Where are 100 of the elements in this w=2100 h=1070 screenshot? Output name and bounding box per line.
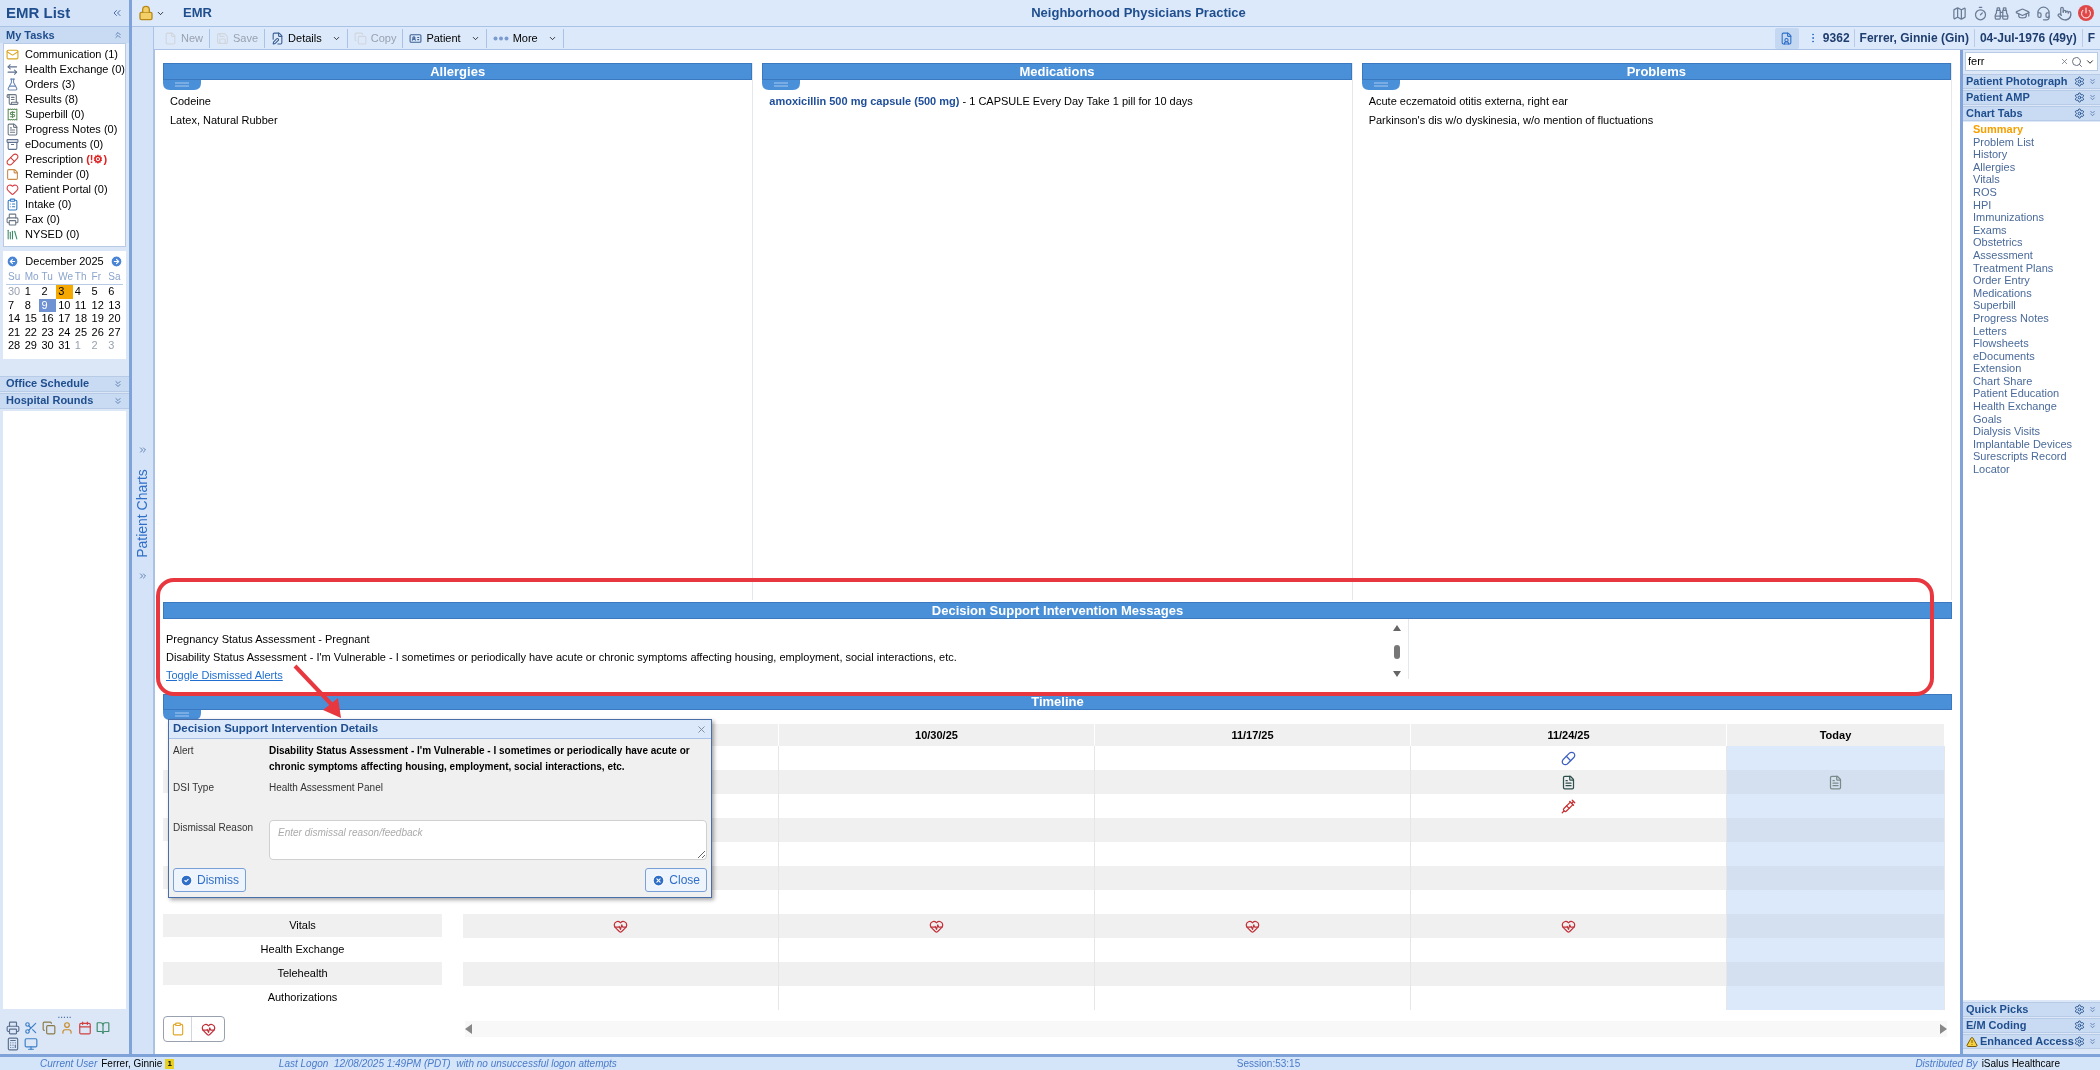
chart-tab-link[interactable]: Superbill	[1973, 299, 2100, 312]
calendar-day[interactable]: 2	[39, 285, 57, 299]
section-header[interactable]: Patient Photograph	[1963, 74, 2100, 89]
calendar-day[interactable]: 8	[22, 298, 40, 312]
printer-icon[interactable]	[6, 1021, 20, 1035]
settings-icon[interactable]	[2074, 108, 2085, 119]
side-tab[interactable]: Patient Charts	[132, 468, 153, 558]
calendar-day[interactable]: 1	[22, 285, 40, 299]
expand-icon[interactable]	[2088, 109, 2097, 118]
expand-icon[interactable]	[137, 445, 148, 455]
calendar-day[interactable]: 15	[22, 312, 40, 326]
lock-menu-button[interactable]	[138, 5, 165, 21]
previous-month-icon[interactable]	[6, 255, 19, 268]
calendar-day[interactable]: 27	[106, 325, 123, 339]
dismiss-button[interactable]: Dismiss	[173, 868, 246, 892]
task-item[interactable]: Reminder (0)	[4, 167, 125, 182]
expand-icon[interactable]	[2088, 1021, 2097, 1030]
chart-tab-link[interactable]: History	[1973, 148, 2100, 161]
calendar-day[interactable]: 5	[89, 285, 107, 299]
chart-tab-link[interactable]: Implantable Devices	[1973, 437, 2100, 451]
calculator-icon[interactable]	[6, 1037, 20, 1051]
chart-tab-link[interactable]: Health Exchange	[1973, 400, 2100, 413]
task-item[interactable]: Prescription (!⚙)	[4, 152, 125, 167]
map-icon[interactable]	[1952, 5, 1967, 21]
toolbar-button[interactable]: More	[486, 28, 564, 48]
close-icon[interactable]	[696, 723, 707, 735]
calendar-day[interactable]: 26	[89, 325, 107, 339]
calendar-icon[interactable]	[78, 1021, 92, 1035]
binoculars-icon[interactable]	[1994, 5, 2009, 21]
settings-icon[interactable]	[2074, 1036, 2085, 1047]
search-field[interactable]: ferr	[1965, 52, 2098, 71]
calendar-day[interactable]: 16	[39, 312, 57, 326]
section-header[interactable]: Office Schedule	[0, 375, 129, 392]
dismissal-reason-field[interactable]: Enter dismissal reason/feedback	[269, 820, 707, 860]
book-icon[interactable]	[96, 1021, 110, 1035]
stopwatch-icon[interactable]	[1973, 5, 1988, 21]
document-icon[interactable]	[1561, 774, 1576, 790]
calendar-day[interactable]: 6	[106, 285, 123, 299]
heart-pulse-icon[interactable]	[1561, 918, 1576, 934]
chart-tab-link[interactable]: Progress Notes	[1973, 311, 2100, 325]
section-header[interactable]: My Tasks	[0, 27, 129, 43]
pills-icon[interactable]	[1561, 750, 1576, 766]
task-item[interactable]: Intake (0)	[4, 197, 125, 212]
calendar-day[interactable]: 7	[6, 298, 23, 312]
chart-tab-link[interactable]: Immunizations	[1973, 211, 2100, 224]
task-item[interactable]: Fax (0)	[4, 212, 125, 227]
task-item[interactable]: Results (8)	[4, 92, 125, 107]
calendar-day[interactable]: 17	[56, 312, 73, 326]
task-item[interactable]: Progress Notes (0)	[4, 122, 125, 137]
calendar-day[interactable]: 12	[89, 298, 107, 312]
calendar-day[interactable]: 30	[39, 339, 57, 353]
task-item[interactable]: Communication (1)	[4, 47, 125, 62]
alert-message[interactable]: Pregnancy Status Assessment - Pregnant	[166, 630, 1391, 648]
chart-tab-link[interactable]: Patient Education	[1973, 387, 2100, 401]
resize-handle[interactable]: .....	[57, 1010, 72, 1020]
heart-pulse-icon[interactable]	[929, 918, 944, 934]
chart-tab-link[interactable]: Order Entry	[1973, 274, 2100, 287]
scissors-icon[interactable]	[24, 1021, 38, 1035]
task-item[interactable]: eDocuments (0)	[4, 137, 125, 152]
clear-icon[interactable]	[2060, 57, 2069, 66]
expand-icon[interactable]	[137, 571, 148, 581]
calendar-day[interactable]: 19	[89, 312, 107, 326]
calendar-day[interactable]: 29	[22, 339, 40, 353]
chart-tab-link[interactable]: Assessment	[1973, 248, 2100, 262]
collapse-icon[interactable]	[113, 30, 123, 40]
task-item[interactable]: Health Exchange (0)	[4, 62, 125, 77]
chart-tab-link[interactable]: Obstetrics	[1973, 236, 2100, 249]
calendar-day[interactable]: 24	[56, 325, 73, 339]
settings-icon[interactable]	[2074, 92, 2085, 103]
collapse-icon[interactable]	[111, 7, 123, 19]
copy-icon[interactable]	[42, 1021, 56, 1035]
settings-icon[interactable]	[2074, 76, 2085, 87]
toolbar-button[interactable]: Patient	[403, 28, 487, 48]
headset-icon[interactable]	[2036, 5, 2051, 21]
chart-tab-link[interactable]: Flowsheets	[1973, 337, 2100, 350]
section-header[interactable]: Hospital Rounds	[0, 392, 129, 409]
next-month-icon[interactable]	[110, 255, 123, 268]
calendar-day[interactable]: 31	[56, 339, 73, 353]
calendar-day[interactable]: 10	[56, 298, 73, 312]
expand-icon[interactable]	[113, 378, 123, 389]
heart-pulse-icon[interactable]	[613, 918, 628, 934]
expand-icon[interactable]	[2088, 1037, 2097, 1046]
expand-icon[interactable]	[2088, 77, 2097, 86]
chart-tab-link[interactable]: Medications	[1973, 286, 2100, 300]
close-button[interactable]: Close	[645, 868, 707, 892]
expand-icon[interactable]	[113, 395, 123, 406]
chart-tab-link[interactable]: Locator	[1973, 463, 2100, 476]
toggle-link[interactable]: Toggle Dismissed Alerts	[166, 669, 283, 681]
task-item[interactable]: Orders (3)	[4, 77, 125, 92]
section-header[interactable]: Enhanced Access	[1963, 1034, 2100, 1049]
task-item[interactable]: NYSED (0)	[4, 227, 125, 242]
chart-tab-link[interactable]: Treatment Plans	[1973, 261, 2100, 275]
chart-tab-link[interactable]: Extension	[1973, 362, 2100, 375]
alert-message[interactable]: Disability Status Assessment - I'm Vulnerable - I sometimes or periodically have acute or chronic symptoms affecting housing, employment, social interactions, etc.	[166, 648, 1391, 666]
section-header[interactable]: Chart Tabs	[1963, 106, 2100, 121]
section-header[interactable]: Quick Picks	[1963, 1002, 2100, 1017]
calendar-day[interactable]: 13	[106, 298, 123, 312]
settings-icon[interactable]	[2074, 1004, 2085, 1015]
chart-tab-link[interactable]: Vitals	[1973, 173, 2100, 186]
calendar-day[interactable]: 11	[72, 298, 90, 312]
